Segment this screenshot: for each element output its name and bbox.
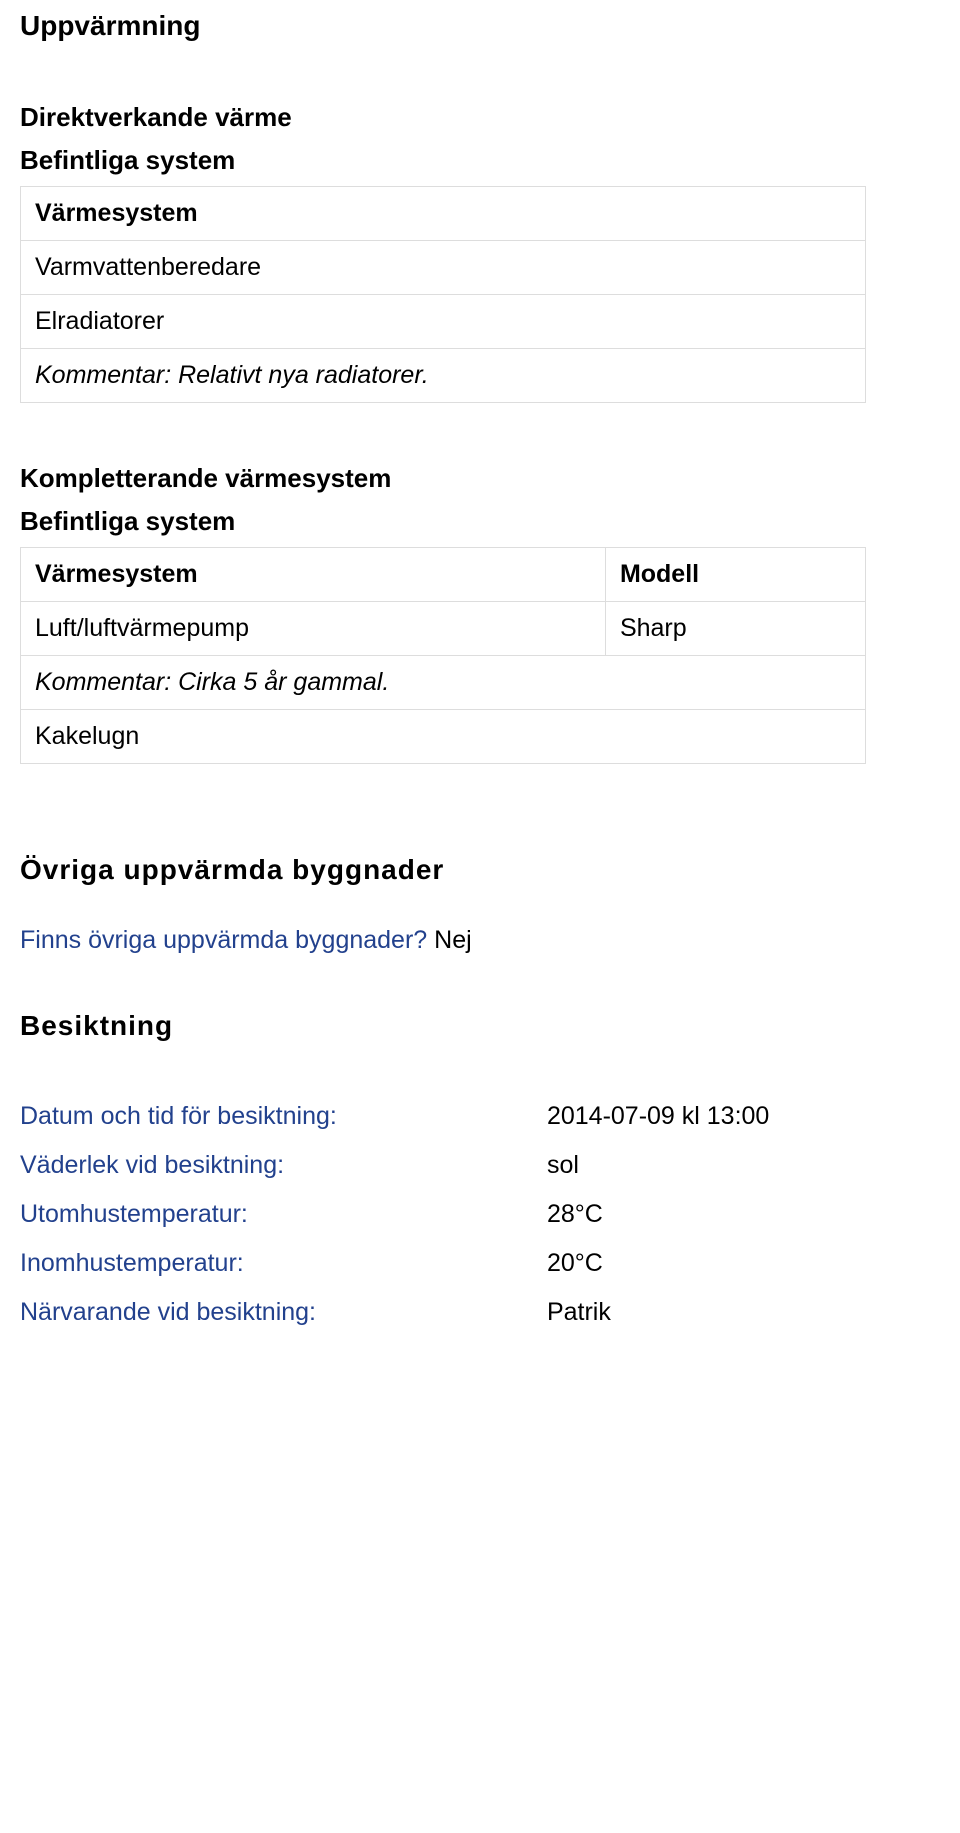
comment-cell: Kommentar: Cirka 5 år gammal.	[21, 656, 866, 710]
question-answer: Nej	[434, 926, 472, 954]
table-row: Luft/luftvärmepump Sharp	[21, 602, 866, 656]
table-row: Kommentar: Cirka 5 år gammal.	[21, 656, 866, 710]
system-header: Värmesystem	[21, 187, 866, 241]
table-row: Kommentar: Relativt nya radiatorer.	[21, 349, 866, 403]
supplementary-heating-title: Kompletterande värmesystem	[20, 463, 940, 494]
table-header-row: Värmesystem Modell	[21, 548, 866, 602]
inspection-value: 28°C	[547, 1200, 603, 1228]
question-label: Finns övriga uppvärmda byggnader?	[20, 926, 427, 954]
inspection-item: Väderlek vid besiktning: sol	[20, 1151, 940, 1180]
table-row: Kakelugn	[21, 710, 866, 764]
supplementary-heating-subtitle: Befintliga system	[20, 506, 940, 537]
other-buildings-question-row: Finns övriga uppvärmda byggnader? Nej	[20, 926, 940, 955]
inspection-value: 2014-07-09 kl 13:00	[547, 1102, 769, 1130]
model-header: Modell	[605, 548, 865, 602]
inspection-value: 20°C	[547, 1249, 603, 1277]
direct-heating-table: Värmesystem Varmvattenberedare Elradiato…	[20, 186, 866, 403]
system-cell: Luft/luftvärmepump	[21, 602, 606, 656]
inspection-value: sol	[547, 1151, 579, 1179]
direct-heating-block: Direktverkande värme Befintliga system V…	[20, 102, 940, 403]
direct-heating-title: Direktverkande värme	[20, 102, 940, 133]
inspection-item: Datum och tid för besiktning: 2014-07-09…	[20, 1102, 940, 1131]
inspection-label: Väderlek vid besiktning:	[20, 1151, 540, 1180]
inspection-label: Inomhustemperatur:	[20, 1249, 540, 1278]
inspection-item: Utomhustemperatur: 28°C	[20, 1200, 940, 1229]
supplementary-heating-block: Kompletterande värmesystem Befintliga sy…	[20, 463, 940, 764]
system-cell: Elradiatorer	[21, 295, 866, 349]
inspection-label: Datum och tid för besiktning:	[20, 1102, 540, 1131]
table-header-row: Värmesystem	[21, 187, 866, 241]
table-row: Varmvattenberedare	[21, 241, 866, 295]
inspection-label: Närvarande vid besiktning:	[20, 1298, 540, 1327]
system-cell: Varmvattenberedare	[21, 241, 866, 295]
inspection-value: Patrik	[547, 1298, 611, 1326]
supplementary-heating-table: Värmesystem Modell Luft/luftvärmepump Sh…	[20, 547, 866, 764]
inspection-label: Utomhustemperatur:	[20, 1200, 540, 1229]
other-buildings-section: Övriga uppvärmda byggnader Finns övriga …	[20, 854, 940, 955]
system-cell: Kakelugn	[21, 710, 866, 764]
inspection-title: Besiktning	[20, 1010, 940, 1042]
heating-title: Uppvärmning	[20, 10, 940, 42]
inspection-item: Närvarande vid besiktning: Patrik	[20, 1298, 940, 1327]
comment-cell: Kommentar: Relativt nya radiatorer.	[21, 349, 866, 403]
heating-section: Uppvärmning Direktverkande värme Befintl…	[20, 10, 940, 764]
other-buildings-title: Övriga uppvärmda byggnader	[20, 854, 940, 886]
system-header: Värmesystem	[21, 548, 606, 602]
table-row: Elradiatorer	[21, 295, 866, 349]
model-cell: Sharp	[605, 602, 865, 656]
direct-heating-subtitle: Befintliga system	[20, 145, 940, 176]
inspection-item: Inomhustemperatur: 20°C	[20, 1249, 940, 1278]
inspection-section: Besiktning Datum och tid för besiktning:…	[20, 1010, 940, 1327]
